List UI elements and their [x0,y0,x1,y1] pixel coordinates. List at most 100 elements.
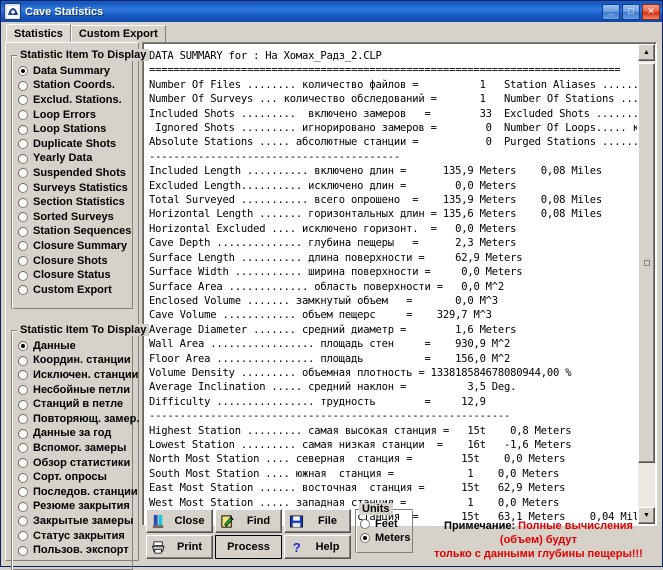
maximize-button[interactable]: □ [622,4,640,20]
sidebar-item-label: Surveys Statistics [33,183,128,194]
radio-icon[interactable] [360,533,370,543]
radio-icon[interactable] [18,125,28,135]
radio-icon[interactable] [18,385,28,395]
sidebar-item-loop-errors[interactable]: Loop Errors [18,108,132,123]
sidebar-item-povtoryayush-zamer[interactable]: Повторяющ. замер. [18,412,132,427]
scrollbar-thumb[interactable] [638,63,655,463]
radio-icon[interactable] [18,212,28,222]
sidebar-item-zakrytye-zamery[interactable]: Закрытые замеры [18,514,132,529]
units-option-meters[interactable]: Meters [360,531,412,545]
sidebar-item-status-zakrytiya[interactable]: Статус закрытия [18,529,132,544]
radio-icon[interactable] [18,66,28,76]
radio-icon[interactable] [18,241,28,251]
radio-icon[interactable] [18,227,28,237]
minimize-button[interactable]: _ [602,4,620,20]
print-button[interactable]: Print [146,535,213,559]
sidebar-item-surveys-statistics[interactable]: Surveys Statistics [18,181,132,196]
sidebar-item-label: Closure Status [33,270,111,281]
sidebar-item-nesboynye-petli[interactable]: Несбойные петли [18,383,132,398]
radio-icon[interactable] [18,370,28,380]
sidebar-item-exclud-stations[interactable]: Exclud. Stations. [18,93,132,108]
radio-icon[interactable] [18,414,28,424]
radio-icon[interactable] [18,341,28,351]
radio-icon[interactable] [18,256,28,266]
sidebar-item-yearly-data[interactable]: Yearly Data [18,152,132,167]
tab-custom-export[interactable]: Custom Export [71,25,166,42]
file-button[interactable]: File [284,509,351,533]
close-button-toolbar[interactable]: Close [146,509,213,533]
radio-icon[interactable] [18,516,28,526]
left-options-panel: Statistic Item To Display Data Summary S… [5,42,139,561]
sidebar-item-polzov-eksport[interactable]: Пользов. экспорт [18,543,132,558]
sidebar-item-station-sequences[interactable]: Station Sequences [18,225,132,240]
report-textarea-inner: DATA SUMMARY for : На Хомах_Радз_2.CLP =… [145,45,637,523]
scrollbar-grip-icon [644,260,650,266]
scroll-up-icon[interactable]: ▲ [638,44,655,61]
sidebar-item-suspended-shots[interactable]: Suspended Shots [18,166,132,181]
find-icon [220,514,235,529]
help-button[interactable]: ? Help [284,535,351,559]
radio-icon[interactable] [360,519,370,529]
sidebar-item-label: Вспомог. замеры [33,443,126,454]
help-button-label: Help [309,541,350,553]
sidebar-item-posledov-stancii[interactable]: Последов. станции [18,485,132,500]
scrollbar-track[interactable] [638,61,655,507]
sidebar-item-closure-summary[interactable]: Closure Summary [18,239,132,254]
sidebar-item-custom-export[interactable]: Custom Export [18,283,132,298]
units-group: Units Feet Meters [355,509,413,553]
sidebar-item-station-coords[interactable]: Station Coords. [18,79,132,94]
radio-icon[interactable] [18,473,28,483]
radio-icon[interactable] [18,400,28,410]
sidebar-item-duplicate-shots[interactable]: Duplicate Shots [18,137,132,152]
sidebar-item-isklyuchen-stancii[interactable]: Исключен. станции [18,368,132,383]
sidebar-item-koordin-stancii[interactable]: Координ. станции [18,354,132,369]
radio-icon[interactable] [18,139,28,149]
sidebar-item-label: Пользов. экспорт [33,545,129,556]
sidebar-item-dannye-za-god[interactable]: Данные за год [18,427,132,442]
radio-icon[interactable] [18,110,28,120]
sidebar-item-loop-stations[interactable]: Loop Stations [18,122,132,137]
sidebar-item-data-summary[interactable]: Data Summary [18,64,132,79]
title-bar: Cave Statistics _ □ ✕ [1,1,662,22]
find-button[interactable]: Find [215,509,282,533]
units-option-feet[interactable]: Feet [360,517,412,531]
radio-icon[interactable] [18,356,28,366]
radio-icon[interactable] [18,95,28,105]
radio-icon[interactable] [18,198,28,208]
sidebar-item-stanciy-v-petle[interactable]: Станций в петле [18,397,132,412]
sidebar-item-vspomog-zamery[interactable]: Вспомог. замеры [18,441,132,456]
sidebar-item-label: Резюме закрытия [33,501,130,512]
radio-icon[interactable] [18,487,28,497]
radio-icon[interactable] [18,458,28,468]
sidebar-item-closure-status[interactable]: Closure Status [18,268,132,283]
radio-icon[interactable] [18,429,28,439]
print-button-label: Print [171,541,212,553]
report-textarea[interactable]: DATA SUMMARY for : На Хомах_Радз_2.CLP =… [142,42,657,526]
sidebar-item-sorted-surveys[interactable]: Sorted Surveys [18,210,132,225]
close-button[interactable]: ✕ [642,4,660,20]
sidebar-item-label: Closure Summary [33,241,127,252]
radio-icon[interactable] [18,168,28,178]
sidebar-item-label: Данные [33,341,76,352]
report-vertical-scrollbar[interactable]: ▲ ▼ [638,44,655,524]
main-panel: DATA SUMMARY for : На Хомах_Радз_2.CLP =… [142,42,657,561]
radio-icon[interactable] [18,546,28,556]
sidebar-item-obzor-statistiki[interactable]: Обзор статистики [18,456,132,471]
sidebar-item-dannye[interactable]: Данные [18,339,132,354]
sidebar-item-sort-oprosy[interactable]: Сорт. опросы [18,470,132,485]
radio-icon[interactable] [18,531,28,541]
radio-icon[interactable] [18,443,28,453]
radio-icon[interactable] [18,502,28,512]
radio-icon[interactable] [18,154,28,164]
radio-icon[interactable] [18,285,28,295]
radio-icon[interactable] [18,183,28,193]
sidebar-item-label: Custom Export [33,285,112,296]
sidebar-item-rezyume-zakrytiya[interactable]: Резюме закрытия [18,500,132,515]
process-button[interactable]: Process [215,535,282,559]
process-button-label: Process [227,541,270,553]
radio-icon[interactable] [18,81,28,91]
sidebar-item-section-statistics[interactable]: Section Statistics [18,195,132,210]
radio-icon[interactable] [18,271,28,281]
tab-statistics[interactable]: Statistics [6,24,71,43]
sidebar-item-closure-shots[interactable]: Closure Shots [18,254,132,269]
